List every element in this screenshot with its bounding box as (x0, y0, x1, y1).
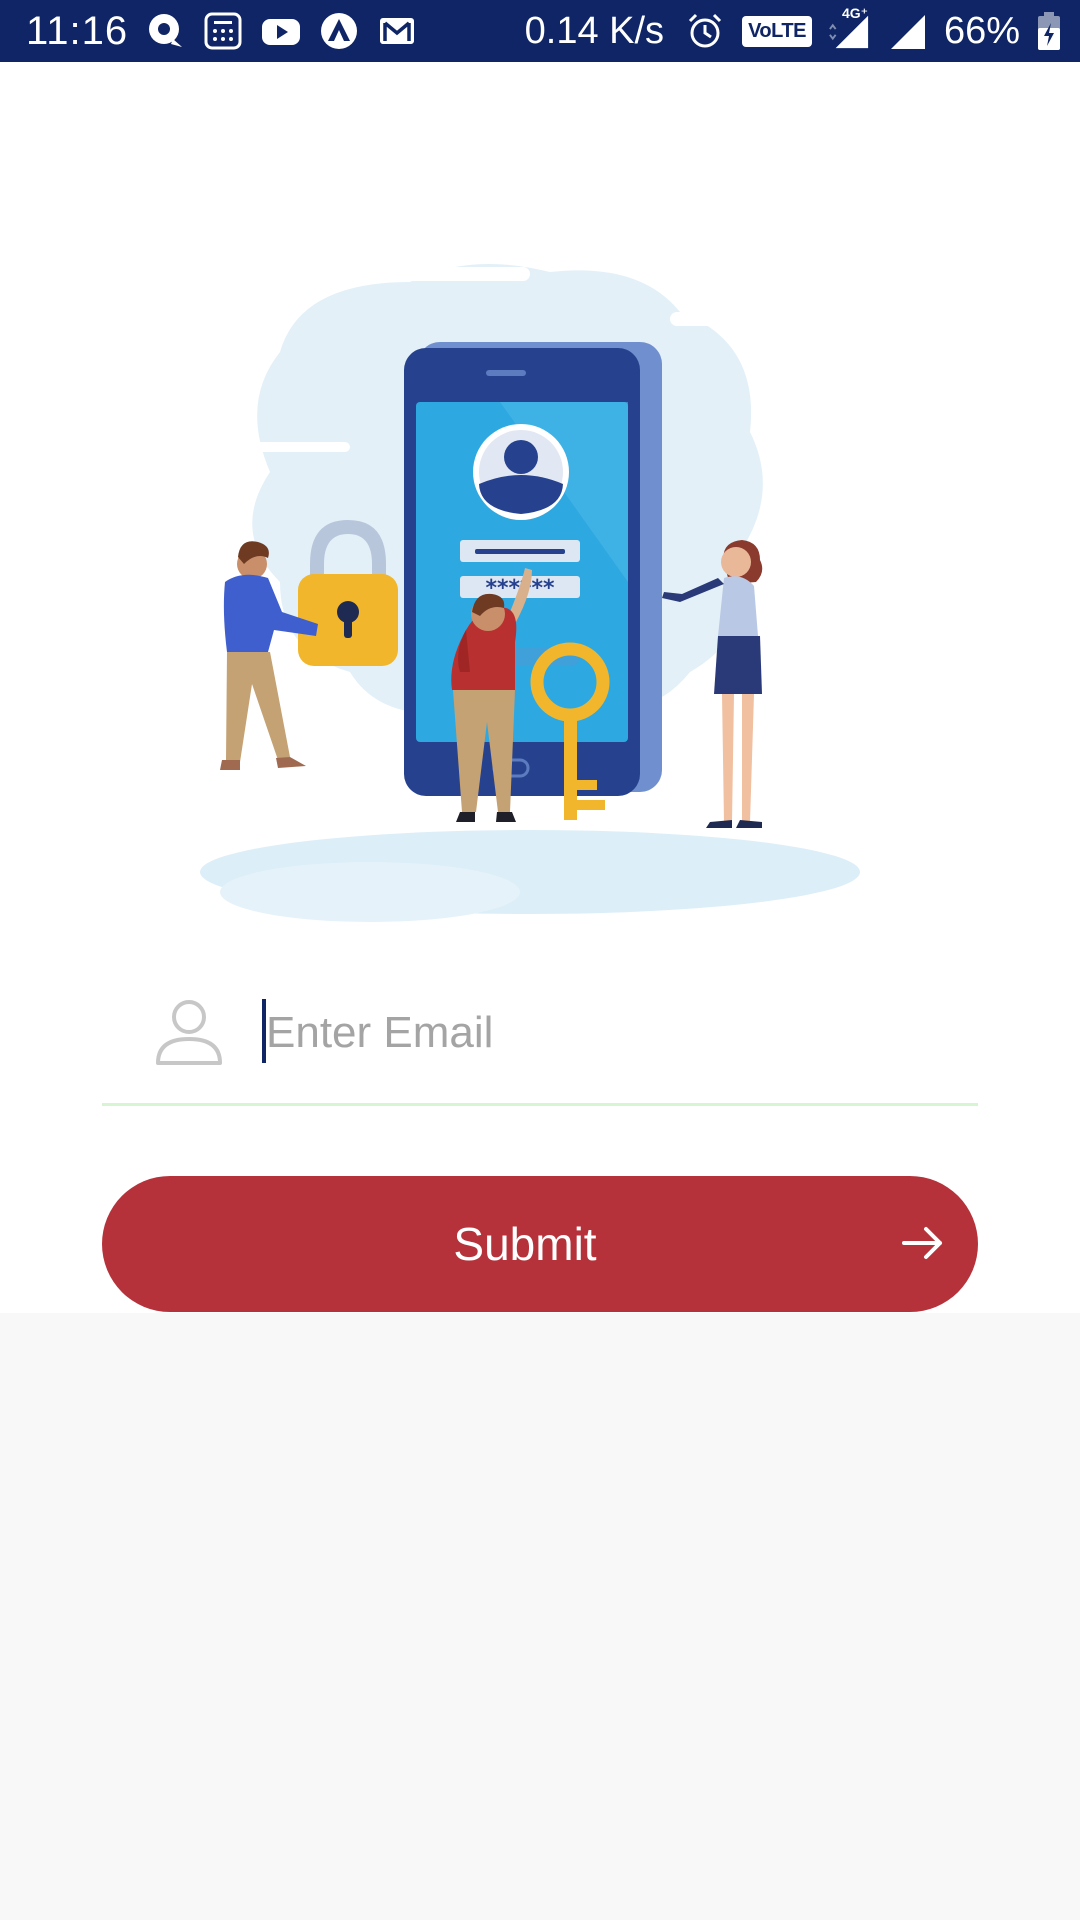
signal-4g-icon: 4G⁺ (828, 5, 870, 51)
text-cursor (262, 999, 266, 1063)
phone-login-security-illustration: ****** (200, 264, 860, 922)
triangle-app-icon (318, 11, 360, 51)
status-bar-right: 0.14 K/s VoLTE 4G⁺ 66% (524, 5, 1062, 53)
volte-badge: VoLTE (742, 15, 812, 47)
battery-charging-icon (1036, 11, 1062, 51)
email-underline (102, 1103, 978, 1106)
status-time: 11:16 (26, 8, 129, 53)
person-icon (154, 997, 224, 1067)
status-bar: 11:16 0.14 K/s VoLTE 4G⁺ 66% (0, 0, 1080, 62)
submit-button[interactable]: Submit (102, 1176, 978, 1312)
arrow-right-icon (902, 1227, 942, 1259)
status-bar-left: 11:16 (26, 9, 418, 54)
submit-label: Submit (453, 1218, 597, 1270)
battery-percent: 66% (943, 9, 1020, 52)
chat-icon (144, 11, 186, 51)
login-card: ****** (0, 62, 1080, 1313)
calculator-icon (202, 11, 244, 51)
youtube-icon (260, 11, 302, 51)
alarm-icon (684, 11, 726, 51)
email-input[interactable] (260, 995, 960, 1071)
network-speed: 0.14 K/s (524, 9, 665, 52)
gmail-icon (376, 11, 418, 51)
email-field-row (102, 975, 978, 1106)
network-type: 4G⁺ (841, 5, 869, 21)
signal-icon (886, 11, 928, 51)
